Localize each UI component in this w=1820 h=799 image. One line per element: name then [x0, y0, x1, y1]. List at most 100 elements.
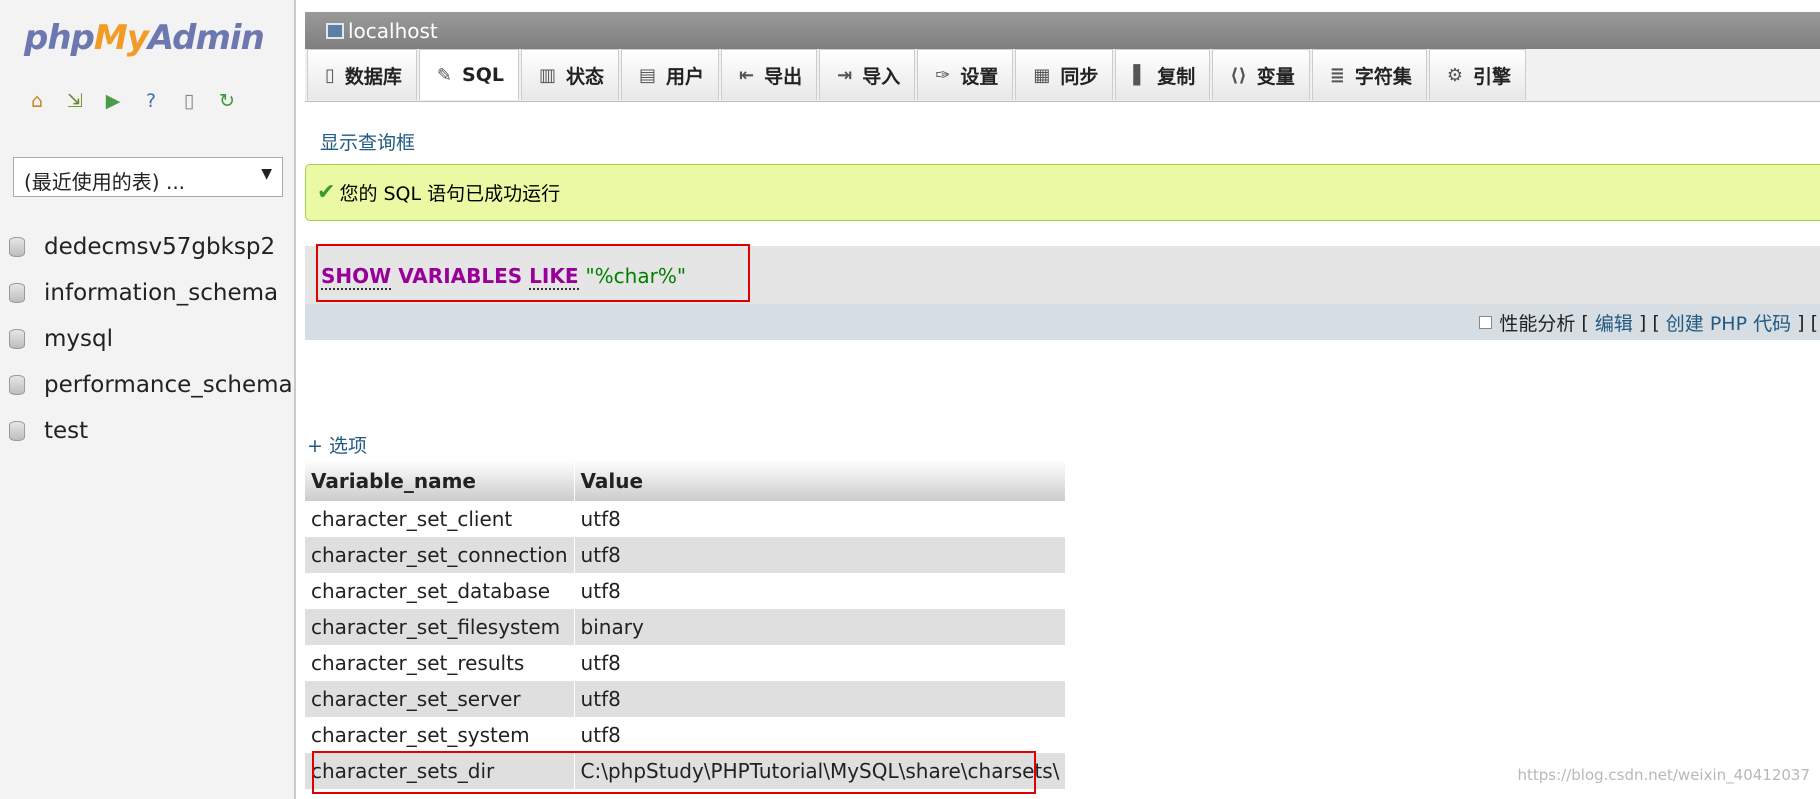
recent-tables-select[interactable]: (最近使用的表) ... ▼	[13, 157, 283, 197]
table-row: character_set_server utf8	[305, 681, 1067, 717]
variable-name-cell: character_set_database	[305, 573, 575, 609]
show-query-box-link[interactable]: 显示查询框	[320, 128, 415, 155]
chevron-down-icon: ▼	[261, 166, 272, 182]
main-content: localhost ▯ 数据库 ✎ SQL ▥ 状态 ▤ 用户 ⇤ 导出 ⇥ 导入 ✑ 设置 ▦ 同步 ▌ 复制 ⟨…	[305, 0, 1820, 799]
database-icon	[9, 375, 25, 395]
tab-label: 状态	[565, 65, 604, 88]
tab-label: 复制	[1157, 65, 1196, 88]
tab-sql[interactable]: ✎ SQL	[418, 49, 519, 100]
value-cell: utf8	[574, 645, 1067, 681]
phpmyadmin-logo[interactable]: phpMyAdmin	[24, 18, 265, 58]
tab-users[interactable]: ▤ 用户	[621, 49, 720, 100]
checkmark-icon: ✔	[317, 180, 336, 205]
tab-replication[interactable]: ▌ 复制	[1115, 49, 1211, 100]
database-item[interactable]: performance_schema	[0, 362, 294, 408]
help-icon[interactable]: ?	[138, 88, 164, 114]
database-icon	[9, 237, 25, 257]
tab-label: 导入	[862, 65, 901, 88]
database-icon	[9, 329, 25, 349]
database-icon: ▯	[325, 64, 335, 86]
tab-import[interactable]: ⇥ 导入	[819, 49, 916, 100]
table-row: character_set_results utf8	[305, 645, 1067, 681]
nav-icon-bar: ⌂ ⇲ ▶ ? ▯ ↻	[24, 88, 240, 114]
tab-label: SQL	[462, 64, 504, 86]
database-item[interactable]: dedecmsv57gbksp2	[0, 224, 294, 270]
database-item[interactable]: test	[0, 408, 294, 454]
sync-icon: ▦	[1033, 64, 1051, 86]
table-header-row: Variable_name Value	[305, 460, 1067, 501]
database-icon	[9, 283, 25, 303]
variable-name-cell: character_set_filesystem	[305, 609, 575, 645]
variable-name-cell: character_set_results	[305, 645, 575, 681]
tab-sync[interactable]: ▦ 同步	[1015, 49, 1114, 100]
tab-label: 变量	[1256, 65, 1295, 88]
highlight-box-charsets-dir	[312, 751, 1036, 794]
tab-label: 引擎	[1472, 65, 1511, 88]
profiling-checkbox[interactable]	[1479, 316, 1493, 329]
tab-label: 同步	[1060, 65, 1099, 88]
variable-name-cell: character_set_server	[305, 681, 575, 717]
server-icon	[326, 22, 344, 39]
tab-status[interactable]: ▥ 状态	[520, 49, 619, 100]
server-link[interactable]: localhost	[348, 19, 438, 43]
database-item[interactable]: mysql	[0, 316, 294, 362]
users-icon: ▤	[639, 64, 657, 86]
export-icon: ⇤	[739, 64, 755, 86]
charset-icon: ≣	[1329, 64, 1345, 86]
exit-icon[interactable]: ⇲	[62, 88, 88, 114]
create-php-code-link[interactable]: 创建 PHP 代码	[1666, 309, 1791, 336]
sql-actions: 性能分析 [ 编辑 ] [ 创建 PHP 代码 ] [	[1479, 309, 1818, 336]
tab-database[interactable]: ▯ 数据库	[307, 49, 417, 100]
tab-settings[interactable]: ✑ 设置	[917, 49, 1014, 100]
database-icon	[9, 421, 25, 441]
top-menu-tabs: ▯ 数据库 ✎ SQL ▥ 状态 ▤ 用户 ⇤ 导出 ⇥ 导入 ✑ 设置 ▦ 同步 ▌ 复制 ⟨⟩ 变量 ≣ 字符集 ⚙ 引擎	[305, 49, 1820, 102]
value-cell: utf8	[574, 717, 1067, 753]
variable-name-cell: character_set_connection	[305, 537, 575, 573]
home-icon[interactable]: ⌂	[24, 88, 50, 114]
database-item[interactable]: information_schema	[0, 270, 294, 316]
database-list: dedecmsv57gbksp2 information_schema mysq…	[0, 224, 294, 454]
table-row: character_set_connection utf8	[305, 537, 1067, 573]
options-toggle[interactable]: + 选项	[307, 431, 367, 458]
success-text: 您的 SQL 语句已成功运行	[339, 183, 561, 205]
query-window-icon[interactable]: ▶	[100, 88, 126, 114]
table-row: character_set_filesystem binary	[305, 609, 1067, 645]
result-table: Variable_name Value character_set_client…	[305, 460, 1067, 789]
value-cell: utf8	[574, 537, 1067, 573]
table-row: character_set_system utf8	[305, 717, 1067, 753]
tab-charset[interactable]: ≣ 字符集	[1311, 49, 1427, 100]
value-cell: utf8	[574, 501, 1067, 537]
settings-icon: ✑	[935, 64, 951, 86]
docs-icon[interactable]: ▯	[176, 88, 202, 114]
tab-variables[interactable]: ⟨⟩ 变量	[1212, 49, 1310, 100]
navigation-panel: phpMyAdmin ⌂ ⇲ ▶ ? ▯ ↻ (最近使用的表) ... ▼ de…	[0, 0, 296, 799]
tab-label: 用户	[666, 65, 705, 88]
status-icon: ▥	[538, 64, 556, 86]
tab-label: 设置	[960, 65, 999, 88]
value-cell: utf8	[574, 573, 1067, 609]
highlight-box-sql	[316, 244, 750, 302]
edit-link[interactable]: 编辑	[1595, 309, 1633, 336]
tab-engine[interactable]: ⚙ 引擎	[1428, 49, 1526, 100]
variables-icon: ⟨⟩	[1230, 64, 1247, 86]
value-cell: utf8	[574, 681, 1067, 717]
column-header-variable-name[interactable]: Variable_name	[305, 460, 575, 501]
recent-tables-value: (最近使用的表) ...	[24, 170, 186, 194]
table-row: character_set_client utf8	[305, 501, 1067, 537]
tab-label: 数据库	[344, 65, 402, 88]
reload-icon[interactable]: ↻	[214, 88, 240, 114]
value-cell: binary	[574, 609, 1067, 645]
server-breadcrumb: localhost	[305, 12, 1820, 49]
profiling-label[interactable]: 性能分析	[1499, 309, 1575, 336]
variable-name-cell: character_set_client	[305, 501, 575, 537]
import-icon: ⇥	[837, 64, 853, 86]
tab-label: 字符集	[1354, 65, 1412, 88]
variable-name-cell: character_set_system	[305, 717, 575, 753]
table-row: character_set_database utf8	[305, 573, 1067, 609]
watermark: https://blog.csdn.net/weixin_40412037	[1517, 766, 1810, 784]
column-header-value[interactable]: Value	[574, 460, 1067, 501]
engine-icon: ⚙	[1446, 64, 1463, 86]
sql-icon: ✎	[436, 64, 453, 86]
tab-export[interactable]: ⇤ 导出	[721, 49, 818, 100]
tab-label: 导出	[764, 65, 803, 88]
